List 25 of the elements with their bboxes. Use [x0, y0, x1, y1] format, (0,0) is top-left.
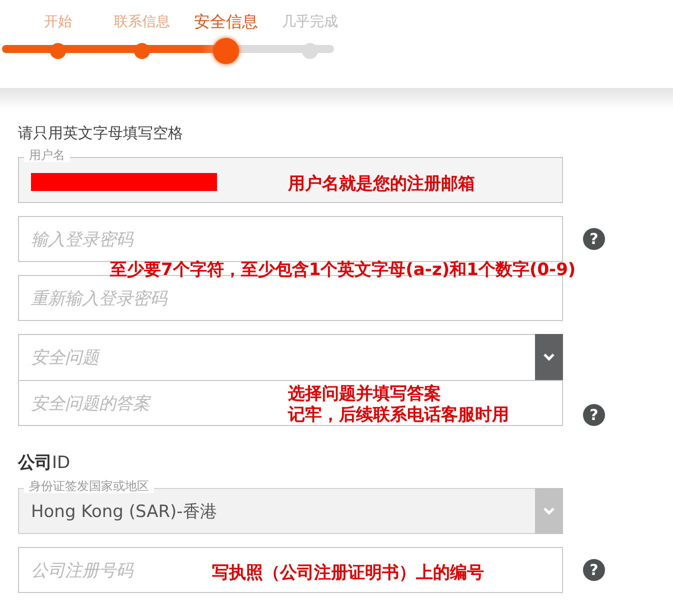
annotation-text: 用户名就是您的注册邮箱 — [288, 173, 475, 195]
help-icon[interactable]: ? — [583, 404, 605, 426]
placeholder-text: 重新输入登录密码 — [31, 288, 167, 310]
chevron-down-icon — [543, 507, 555, 515]
step-label: 开始 — [44, 13, 72, 32]
field-label: 身份证签发国家或地区 — [24, 479, 154, 493]
annotation-text: 写执照（公司注册证明书）上的编号 — [212, 562, 484, 584]
help-icon[interactable]: ? — [583, 228, 605, 250]
placeholder-text: 输入登录密码 — [31, 228, 133, 250]
dropdown-button[interactable] — [535, 334, 563, 380]
field-value: Hong Kong (SAR)-香港 — [31, 500, 217, 522]
step-label: 几乎完成 — [282, 13, 338, 32]
section-heading: 公司ID — [18, 452, 72, 474]
instruction-text: 请只用英文字母填写空格 — [18, 124, 184, 143]
step-label: 安全信息 — [194, 11, 258, 33]
chevron-down-icon — [543, 353, 555, 361]
annotation-text: 选择问题并填写答案 — [288, 383, 441, 405]
step-label: 联系信息 — [114, 13, 170, 32]
placeholder-text: 安全问题的答案 — [31, 392, 150, 414]
annotation-text: 记牢，后续联系电话客服时用 — [288, 404, 509, 426]
help-icon[interactable]: ? — [583, 559, 605, 581]
select-field[interactable]: 安全问题 — [18, 334, 563, 380]
placeholder-text: 公司注册号码 — [31, 560, 133, 582]
placeholder-text: 安全问题 — [31, 347, 99, 369]
field-label: 用户名 — [24, 148, 70, 162]
